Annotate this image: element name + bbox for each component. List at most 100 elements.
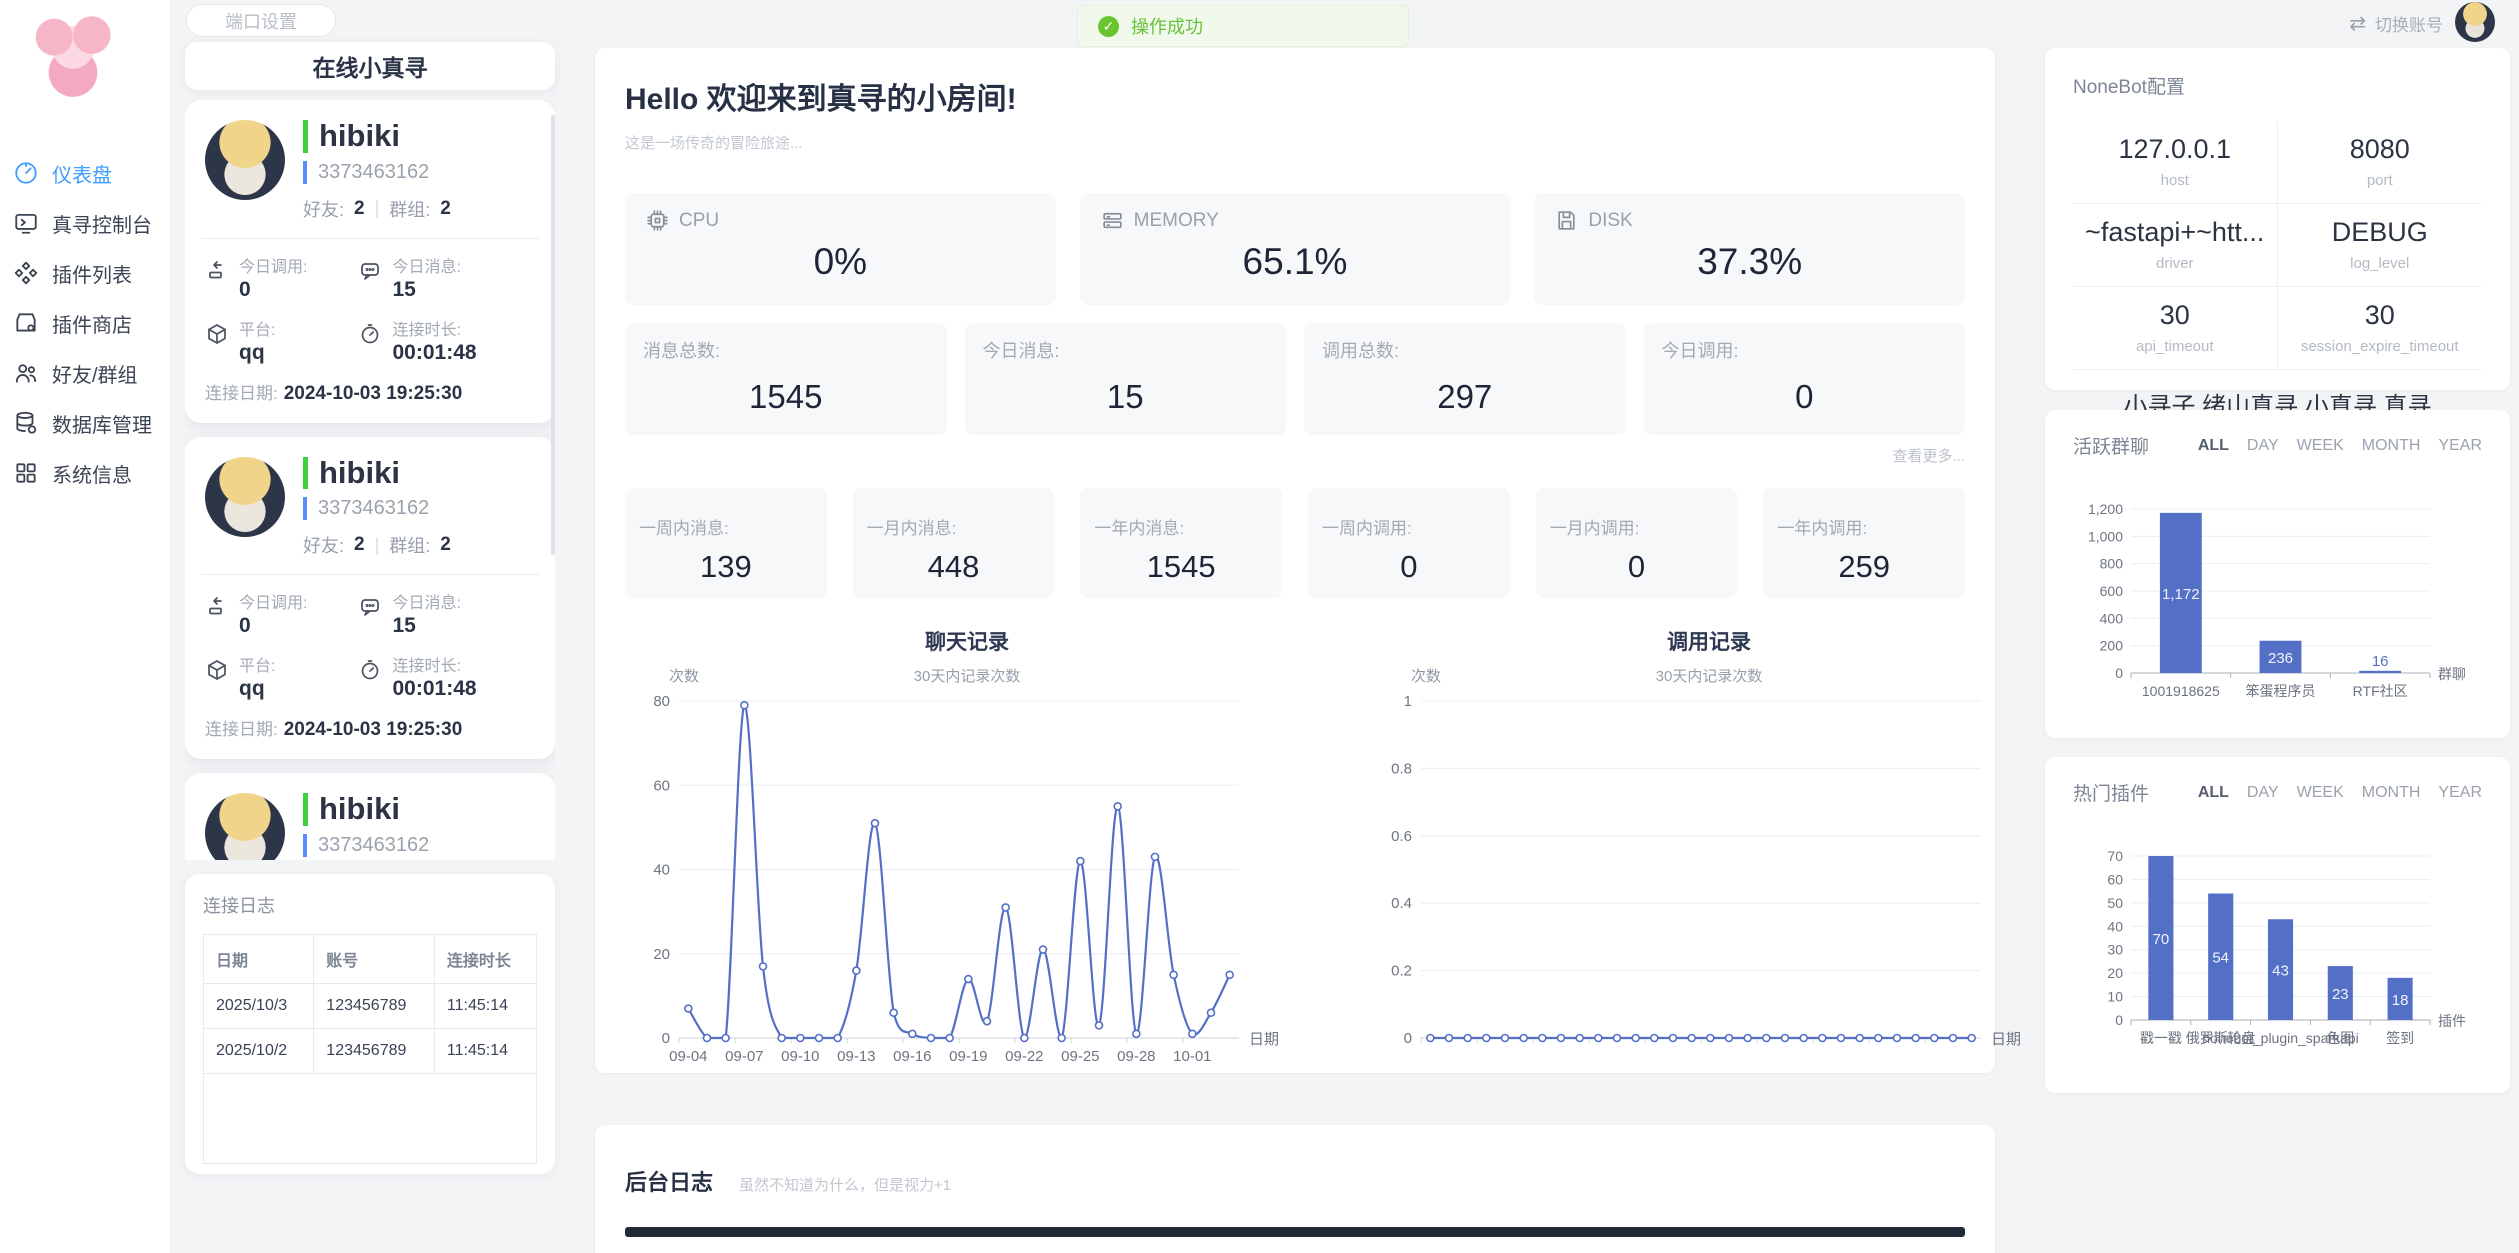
- sidebar-item-system-info[interactable]: 系统信息: [0, 448, 170, 498]
- stat-card-today-messages: 今日消息: 15: [965, 323, 1287, 435]
- memory-card: MEMORY 65.1%: [1080, 193, 1511, 305]
- tab-day[interactable]: DAY: [2247, 437, 2279, 455]
- bot-card[interactable]: hibiki 3373463162 好友:2 | 群组:2 今日调用:0: [185, 437, 555, 760]
- bot-card[interactable]: hibiki 3373463162 好友:2 | 群组:2 今日调用:0: [185, 100, 555, 423]
- switch-account-button[interactable]: ⇄ 切换账号: [2349, 11, 2443, 36]
- svg-text:600: 600: [2100, 583, 2124, 599]
- sidebar-item-database[interactable]: 数据库管理: [0, 398, 170, 448]
- svg-text:200: 200: [2100, 638, 2124, 654]
- connection-log-table: 日期 账号 连接时长 2025/10/3 123456789 11:45:14 …: [203, 934, 537, 1164]
- config-host: 127.0.0.1 host: [2073, 121, 2278, 204]
- line-chart: 00.20.40.60.81日期: [1373, 689, 2045, 1074]
- return-arrow-icon: [205, 259, 229, 283]
- swap-arrows-icon: ⇄: [2349, 11, 2366, 36]
- chart-subtitle: 30天内记录次数: [631, 665, 1303, 686]
- config-title: NoneBot配置: [2073, 72, 2482, 99]
- sidebar-item-plugin-store[interactable]: 插件商店: [0, 298, 170, 348]
- charts-row: 聊天记录 次数 30天内记录次数 02040608009-0409-0709-1…: [625, 626, 1965, 1079]
- svg-text:1,000: 1,000: [2088, 528, 2123, 544]
- groups-label: 群组:: [389, 196, 430, 222]
- port-settings-button[interactable]: 端口设置: [186, 4, 336, 37]
- tab-month[interactable]: MONTH: [2362, 437, 2421, 455]
- sidebar-item-dashboard[interactable]: 仪表盘: [0, 148, 170, 198]
- sidebar-item-console[interactable]: 真寻控制台: [0, 198, 170, 248]
- disk-card: DISK 37.3%: [1534, 193, 1965, 305]
- svg-text:60: 60: [653, 777, 670, 794]
- sidebar-item-friends-groups[interactable]: 好友/群组: [0, 348, 170, 398]
- line-chart: 02040608009-0409-0709-1009-1309-1609-190…: [631, 689, 1303, 1074]
- svg-text:800: 800: [2100, 556, 2124, 572]
- bar-chart: 02004006008001,0001,2001,172100191862523…: [2073, 501, 2482, 713]
- sidebar-item-label: 好友/群组: [52, 359, 138, 388]
- svg-text:09-10: 09-10: [781, 1048, 819, 1065]
- toast-message: 操作成功: [1131, 13, 1203, 39]
- stat-card-year-calls: 一年内调用: 259: [1763, 488, 1965, 598]
- database-icon: [13, 410, 39, 436]
- svg-text:23: 23: [2332, 986, 2349, 1003]
- range-tabs: ALL DAY WEEK MONTH YEAR: [2198, 437, 2482, 455]
- svg-text:80: 80: [653, 693, 670, 710]
- disk-icon: [1554, 208, 1579, 233]
- svg-text:RTF社区: RTF社区: [2353, 683, 2408, 699]
- online-bots-title: 在线小真寻: [185, 42, 555, 90]
- connection-log-title: 连接日志: [203, 892, 537, 918]
- system-stats-row: CPU 0% MEMORY 65.1% DISK 37.3%: [625, 193, 1965, 305]
- call-records-chart: 调用记录 次数 30天内记录次数 00.20.40.60.81日期: [1373, 626, 2045, 1079]
- bot-today-messages: 今日消息:15: [358, 589, 535, 638]
- connection-log-card: 连接日志 日期 账号 连接时长 2025/10/3 123456789: [185, 874, 555, 1174]
- tab-all[interactable]: ALL: [2198, 784, 2229, 802]
- sidebar-item-label: 系统信息: [52, 459, 132, 488]
- tab-week[interactable]: WEEK: [2297, 784, 2344, 802]
- config-port: 8080 port: [2278, 121, 2483, 204]
- user-avatar[interactable]: [2455, 2, 2495, 42]
- tab-year[interactable]: YEAR: [2438, 437, 2482, 455]
- bot-card[interactable]: hibiki 3373463162 好友:2 | 群组:2: [185, 773, 555, 860]
- sidebar-item-label: 数据库管理: [52, 409, 152, 438]
- tab-day[interactable]: DAY: [2247, 784, 2279, 802]
- disk-label: DISK: [1588, 210, 1632, 232]
- bot-today-calls: 今日调用:0: [205, 589, 358, 638]
- svg-text:18: 18: [2392, 992, 2409, 1009]
- svg-text:1001918625: 1001918625: [2142, 683, 2220, 699]
- bot-name: hibiki: [303, 793, 535, 826]
- svg-text:40: 40: [2107, 918, 2123, 934]
- bot-duration: 连接时长:00:01:48: [358, 652, 535, 701]
- bot-list-scrollbar[interactable]: [551, 115, 555, 555]
- svg-text:09-22: 09-22: [1005, 1048, 1043, 1065]
- period-stats-row: 一周内消息: 139 一月内消息: 448 一年内消息: 1545 一周内调用:…: [625, 488, 1965, 598]
- memory-value: 65.1%: [1100, 241, 1491, 283]
- svg-text:1,172: 1,172: [2162, 586, 2200, 603]
- svg-text:0.4: 0.4: [1391, 895, 1412, 912]
- table-header-row: 日期 账号 连接时长: [204, 935, 536, 984]
- stat-card-today-calls: 今日调用: 0: [1644, 323, 1966, 435]
- sidebar-menu: 仪表盘 真寻控制台 插件列表 插件商店 好友/群组 数据库管理: [0, 148, 170, 498]
- friends-count: 2: [354, 198, 365, 220]
- memory-label: MEMORY: [1134, 210, 1219, 232]
- bot-friends-groups: 好友:2 | 群组:2: [303, 532, 535, 558]
- svg-text:09-07: 09-07: [725, 1048, 763, 1065]
- svg-text:40: 40: [653, 862, 670, 879]
- svg-text:日期: 日期: [1991, 1031, 2021, 1048]
- stopwatch-icon: [358, 322, 382, 346]
- svg-text:236: 236: [2268, 650, 2293, 667]
- stopwatch-icon: [358, 658, 382, 682]
- tab-year[interactable]: YEAR: [2438, 784, 2482, 802]
- chart-title: 聊天记录: [631, 626, 1303, 656]
- tab-all[interactable]: ALL: [2198, 437, 2229, 455]
- svg-text:笨蛋程序员: 笨蛋程序员: [2246, 683, 2316, 699]
- svg-text:30: 30: [2107, 942, 2123, 958]
- svg-text:09-13: 09-13: [837, 1048, 875, 1065]
- chart-title: 调用记录: [1373, 626, 2045, 656]
- tab-week[interactable]: WEEK: [2297, 437, 2344, 455]
- tab-month[interactable]: MONTH: [2362, 784, 2421, 802]
- cpu-label: CPU: [679, 210, 719, 232]
- svg-text:0.8: 0.8: [1391, 760, 1412, 777]
- stat-card-month-calls: 一月内调用: 0: [1536, 488, 1738, 598]
- check-circle-icon: ✓: [1098, 16, 1119, 37]
- main-panel: Hello 欢迎来到真寻的小房间! 这是一场传奇的冒险旅途... CPU 0% …: [595, 48, 1995, 1073]
- bot-list[interactable]: hibiki 3373463162 好友:2 | 群组:2 今日调用:0: [185, 100, 555, 860]
- sidebar-item-plugin-list[interactable]: 插件列表: [0, 248, 170, 298]
- nonebot-config-card: NoneBot配置 127.0.0.1 host 8080 port ~fast…: [2045, 48, 2510, 390]
- view-more-link[interactable]: 查看更多...: [625, 445, 1965, 466]
- memory-icon: [1100, 208, 1125, 233]
